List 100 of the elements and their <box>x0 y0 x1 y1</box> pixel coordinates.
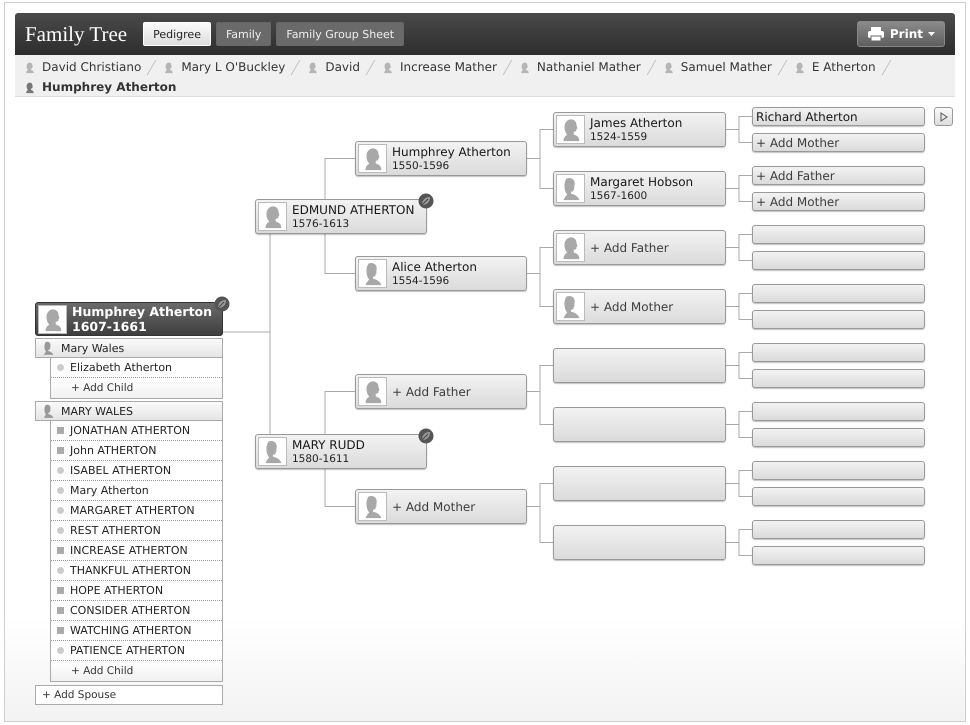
add-parent-card[interactable]: + Add Father <box>355 374 527 409</box>
empty-person-card[interactable] <box>752 343 925 362</box>
person-name: Humphrey Atherton <box>392 144 511 158</box>
life-years: 1567-1600 <box>590 188 648 202</box>
male-silhouette-icon <box>306 60 320 74</box>
life-years: 1550-1596 <box>392 158 450 172</box>
child-name: John ATHERTON <box>70 444 156 457</box>
connector-line <box>726 116 752 143</box>
empty-person-card[interactable] <box>752 310 925 329</box>
breadcrumb-link[interactable]: Samuel Mather <box>658 58 776 76</box>
empty-person-card[interactable] <box>752 546 925 565</box>
empty-person-card[interactable] <box>553 525 726 560</box>
child-name: HOPE ATHERTON <box>70 584 164 597</box>
breadcrumb-link[interactable]: Mary L O'Buckley <box>158 58 290 76</box>
empty-person-card[interactable] <box>752 487 925 506</box>
connector-line <box>726 529 752 556</box>
child-row[interactable]: REST ATHERTON <box>51 521 222 541</box>
empty-person-card[interactable] <box>752 225 925 244</box>
life-years: 1554-1596 <box>392 274 450 288</box>
add-parent-label: + Add Father <box>392 384 471 398</box>
add-parent-label: + Add Mother <box>756 136 840 150</box>
leaf-hint-icon[interactable] <box>214 296 230 312</box>
child-row[interactable]: John ATHERTON <box>51 441 222 461</box>
print-button[interactable]: Print <box>856 21 945 47</box>
child-name: THANKFUL ATHERTON <box>70 564 192 577</box>
leaf-hint-icon[interactable] <box>418 193 434 209</box>
empty-person-card[interactable] <box>752 461 925 480</box>
empty-person-card[interactable] <box>553 466 726 501</box>
child-name: Mary Atherton <box>70 484 149 497</box>
add-parent-label: + Add Father <box>590 240 669 254</box>
next-generation-button[interactable] <box>934 107 953 126</box>
breadcrumb-link[interactable]: Increase Mather <box>376 58 501 76</box>
add-parent-label: + Add Mother <box>590 300 674 314</box>
view-tab[interactable]: Family <box>216 22 272 46</box>
connector-line <box>726 175 752 202</box>
breadcrumb-link[interactable]: Humphrey Atherton <box>19 78 180 96</box>
person-name: EDMUND ATHERTON <box>292 202 414 216</box>
connector-line <box>526 247 554 307</box>
life-years: 1576-1613 <box>292 216 350 230</box>
add-parent-card[interactable]: + Add Mother <box>752 192 925 211</box>
printer-icon <box>866 26 885 42</box>
child-name: Elizabeth Atherton <box>70 361 172 374</box>
male-silhouette-icon <box>162 60 176 74</box>
person-name: Richard Atherton <box>756 110 858 124</box>
empty-person-card[interactable] <box>752 520 925 539</box>
life-years: 1524-1559 <box>590 130 648 144</box>
child-row[interactable]: Mary Atherton <box>51 481 222 501</box>
spouse-name: Mary Wales <box>61 342 124 354</box>
person-card[interactable]: James Atherton 1524-1559 <box>553 112 726 147</box>
breadcrumb-link[interactable]: David Christiano <box>19 58 146 76</box>
child-name: REST ATHERTON <box>70 524 161 537</box>
app-title: Family Tree <box>25 22 128 46</box>
person-card[interactable]: Richard Atherton <box>752 107 925 126</box>
empty-person-card[interactable] <box>752 369 925 388</box>
empty-person-card[interactable] <box>752 402 925 421</box>
child-row[interactable]: WATCHING ATHERTON <box>51 621 222 641</box>
empty-person-card[interactable] <box>553 407 726 442</box>
child-row[interactable]: INCREASE ATHERTON <box>51 541 222 561</box>
view-tab[interactable]: Family Group Sheet <box>276 22 404 46</box>
spouse-row[interactable]: MARY WALES <box>35 401 223 421</box>
person-card[interactable]: Alice Atherton 1554-1596 <box>355 256 527 291</box>
breadcrumb-link[interactable]: David <box>302 58 364 76</box>
add-parent-card[interactable]: + Add Mother <box>553 289 726 324</box>
child-row[interactable]: HOPE ATHERTON <box>51 581 222 601</box>
person-card[interactable]: EDMUND ATHERTON 1576-1613 <box>255 199 427 234</box>
child-row[interactable]: THANKFUL ATHERTON <box>51 561 222 581</box>
person-card[interactable]: Humphrey Atherton 1550-1596 <box>355 141 527 176</box>
person-card[interactable]: MARY RUDD 1580-1611 <box>255 434 427 469</box>
child-row[interactable]: ISABEL ATHERTON <box>51 461 222 481</box>
empty-person-card[interactable] <box>752 284 925 303</box>
add-parent-card[interactable]: + Add Father <box>752 166 925 185</box>
add-parent-card[interactable]: + Add Mother <box>355 489 527 524</box>
add-parent-label: + Add Mother <box>392 500 476 514</box>
add-spouse-link[interactable]: + Add Spouse <box>35 685 223 705</box>
view-tab[interactable]: Pedigree <box>143 22 211 46</box>
child-row[interactable]: JONATHAN ATHERTON <box>51 421 222 441</box>
breadcrumb-link[interactable]: E Atherton <box>788 58 880 76</box>
child-row[interactable]: CONSIDER ATHERTON <box>51 601 222 621</box>
empty-person-card[interactable] <box>752 428 925 447</box>
person-card[interactable]: Margaret Hobson 1567-1600 <box>553 171 726 206</box>
add-parent-card[interactable]: + Add Mother <box>752 133 925 152</box>
add-parent-card[interactable]: + Add Father <box>553 230 726 265</box>
child-name: MARGARET ATHERTON <box>70 504 195 517</box>
person-name: MARY RUDD <box>292 438 365 452</box>
spouse-row[interactable]: Mary Wales <box>35 338 223 358</box>
empty-person-card[interactable] <box>752 251 925 270</box>
breadcrumb-link[interactable]: Nathaniel Mather <box>514 58 645 76</box>
spouse-name: MARY WALES <box>61 404 134 418</box>
child-row[interactable]: MARGARET ATHERTON <box>51 501 222 521</box>
child-name: WATCHING ATHERTON <box>70 624 192 637</box>
add-parent-label: + Add Mother <box>756 194 840 208</box>
add-parent-label: + Add Father <box>756 168 835 182</box>
life-years: 1580-1611 <box>292 452 350 466</box>
connector-line <box>526 129 554 189</box>
root-person-card[interactable]: Humphrey Atherton 1607-1661 <box>35 302 223 336</box>
empty-person-card[interactable] <box>553 348 726 383</box>
male-silhouette-icon <box>23 60 36 74</box>
leaf-hint-icon[interactable] <box>418 428 434 444</box>
person-name: Alice Atherton <box>392 260 477 274</box>
connector-line <box>726 411 752 438</box>
